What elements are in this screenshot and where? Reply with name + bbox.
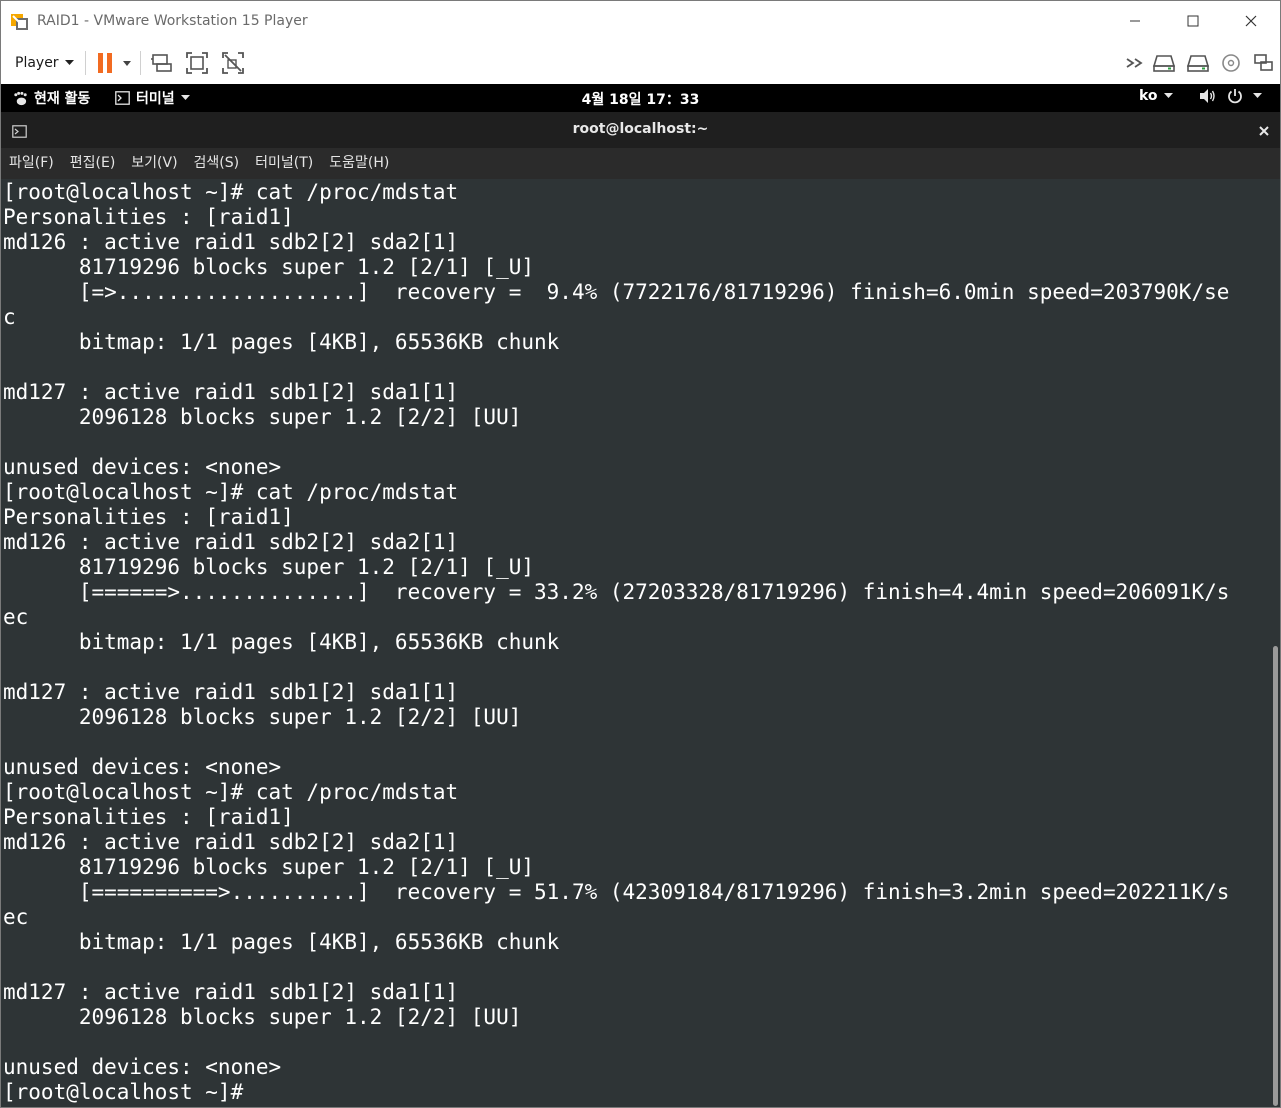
toolbar-divider xyxy=(140,51,141,75)
pause-icon xyxy=(98,53,131,73)
terminal-line: md127 : active raid1 sdb1[2] sda1[1] xyxy=(3,380,459,404)
menu-search[interactable]: 검색(S) xyxy=(186,148,248,179)
terminal-line: [root@localhost ~]# cat /proc/mdstat xyxy=(3,780,459,804)
player-menu-button[interactable]: Player xyxy=(7,49,82,76)
terminal-line: bitmap: 1/1 pages [4KB], 65536KB chunk xyxy=(3,330,560,354)
terminal-line: [root@localhost ~]# cat /proc/mdstat xyxy=(3,480,459,504)
fit-guest-button[interactable] xyxy=(184,50,210,76)
terminal-line: md127 : active raid1 sdb1[2] sda1[1] xyxy=(3,980,459,1004)
display-device-button[interactable] xyxy=(1251,50,1277,76)
terminal-line: c xyxy=(3,305,16,329)
chevron-down-icon xyxy=(1253,93,1262,98)
terminal-line: md126 : active raid1 sdb2[2] sda2[1] xyxy=(3,530,459,554)
cd-dvd-device-button[interactable] xyxy=(1218,50,1244,76)
terminal-line: 2096128 blocks super 1.2 [2/2] [UU] xyxy=(3,705,522,729)
terminal-line: [======>..............] recovery = 33.2%… xyxy=(3,580,1230,604)
terminal-line: ec xyxy=(3,605,29,629)
terminal-menubar: 파일(F) 편집(E) 보기(V) 검색(S) 터미널(T) 도움말(H) xyxy=(1,148,1280,179)
hard-disk-icon xyxy=(1152,55,1176,72)
cd-dvd-icon xyxy=(1222,54,1240,72)
scrollbar-thumb[interactable] xyxy=(1273,646,1278,1106)
send-ctrl-alt-del-icon xyxy=(151,54,172,72)
input-method-label: ko xyxy=(1139,88,1158,104)
power-icon xyxy=(1228,89,1242,104)
terminal-line: [root@localhost ~]# xyxy=(3,1080,256,1104)
toolbar-divider xyxy=(85,51,86,75)
chevron-down-icon xyxy=(1163,93,1173,98)
terminal-text: [root@localhost ~]# cat /proc/mdstat Pers… xyxy=(3,180,1229,1105)
terminal-line: 81719296 blocks super 1.2 [2/1] [_U] xyxy=(3,555,535,579)
menu-terminal[interactable]: 터미널(T) xyxy=(247,148,321,179)
player-menu-label: Player xyxy=(15,54,59,71)
menu-edit[interactable]: 편집(E) xyxy=(62,148,124,179)
minimize-icon xyxy=(1130,20,1140,22)
terminal-line: md127 : active raid1 sdb1[2] sda1[1] xyxy=(3,680,459,704)
close-window-button[interactable] xyxy=(1222,1,1280,41)
close-icon xyxy=(1259,126,1269,136)
clock-label: 4월 18일 17：33 xyxy=(581,92,700,108)
window-titlebar[interactable]: RAID1 - VMware Workstation 15 Player xyxy=(1,1,1280,41)
player-toolbar: Player xyxy=(1,41,1280,84)
unity-button[interactable] xyxy=(220,50,246,76)
menu-help[interactable]: 도움말(H) xyxy=(321,148,397,179)
network-adapter-icon xyxy=(1186,55,1210,72)
close-icon xyxy=(1245,15,1257,27)
forward-icon xyxy=(1126,58,1143,68)
terminal-scrollbar[interactable] xyxy=(1267,179,1280,1107)
vmware-player-window: RAID1 - VMware Workstation 15 Player Pla… xyxy=(0,0,1281,1108)
terminal-line: ec xyxy=(3,905,29,929)
chevron-down-icon xyxy=(64,59,74,65)
terminal-title: root@localhost:~ xyxy=(572,121,709,137)
menu-view[interactable]: 보기(V) xyxy=(123,148,185,179)
terminal-line: 2096128 blocks super 1.2 [2/2] [UU] xyxy=(3,405,522,429)
terminal-line: md126 : active raid1 sdb2[2] sda2[1] xyxy=(3,230,459,254)
terminal-output-area[interactable]: [root@localhost ~]# cat /proc/mdstat Pers… xyxy=(1,179,1267,1107)
terminal-line: Personalities : [raid1] xyxy=(3,505,294,529)
vmware-app-icon xyxy=(10,11,30,31)
terminal-line: Personalities : [raid1] xyxy=(3,805,294,829)
input-method-indicator[interactable]: ko xyxy=(1139,88,1173,104)
terminal-line: [root@localhost ~]# cat /proc/mdstat xyxy=(3,180,459,204)
minimize-button[interactable] xyxy=(1106,1,1164,41)
terminal-close-button[interactable] xyxy=(1258,119,1270,141)
terminal-line: bitmap: 1/1 pages [4KB], 65536KB chunk xyxy=(3,630,560,654)
hard-disk-device-button[interactable] xyxy=(1151,50,1177,76)
menu-file[interactable]: 파일(F) xyxy=(1,148,62,179)
maximize-icon xyxy=(1187,15,1199,27)
terminal-line: 2096128 blocks super 1.2 [2/2] [UU] xyxy=(3,1005,522,1029)
network-adapter-button[interactable] xyxy=(1185,50,1211,76)
terminal-line: 81719296 blocks super 1.2 [2/1] [_U] xyxy=(3,255,535,279)
window-title: RAID1 - VMware Workstation 15 Player xyxy=(37,13,308,29)
clock-button[interactable]: 4월 18일 17：33 xyxy=(1,89,1280,109)
send-ctrl-alt-del-button[interactable] xyxy=(148,50,174,76)
maximize-button[interactable] xyxy=(1164,1,1222,41)
terminal-line: md126 : active raid1 sdb2[2] sda2[1] xyxy=(3,830,459,854)
display-icon xyxy=(1254,54,1273,71)
terminal-line: unused devices: <none> xyxy=(3,1055,282,1079)
terminal-line: bitmap: 1/1 pages [4KB], 65536KB chunk xyxy=(3,930,560,954)
fit-guest-icon xyxy=(186,52,208,74)
terminal-headerbar[interactable]: root@localhost:~ xyxy=(1,112,1280,149)
terminal-line: unused devices: <none> xyxy=(3,455,282,479)
system-menu[interactable] xyxy=(1199,88,1262,104)
unity-icon xyxy=(222,52,244,74)
pause-button[interactable] xyxy=(93,50,135,76)
more-devices-button[interactable] xyxy=(1122,50,1148,76)
terminal-line: Personalities : [raid1] xyxy=(3,205,294,229)
terminal-line: [==========>..........] recovery = 51.7%… xyxy=(3,880,1230,904)
terminal-line: [=>...................] recovery = 9.4% … xyxy=(3,280,1230,304)
volume-icon xyxy=(1200,89,1215,103)
terminal-line: 81719296 blocks super 1.2 [2/1] [_U] xyxy=(3,855,535,879)
terminal-line: unused devices: <none> xyxy=(3,755,282,779)
gnome-top-bar: 현재 활동 터미널 4월 18일 17：33 ko xyxy=(1,84,1280,112)
